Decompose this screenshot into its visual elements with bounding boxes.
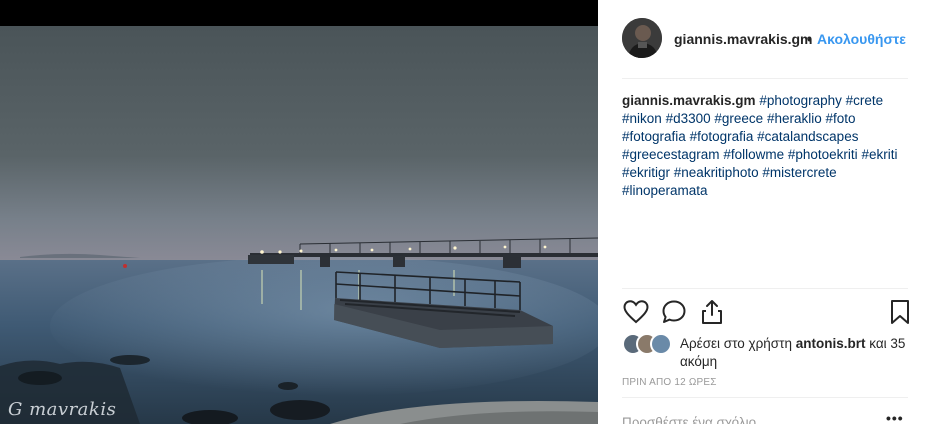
comment-divider [622, 397, 908, 398]
actions-divider [622, 288, 908, 289]
pier-seascape-image [0, 26, 598, 424]
hashtag-link[interactable]: #greecestagram [622, 147, 720, 162]
likes-section: Αρέσει στο χρήστη antonis.brt και 35 ακό… [622, 333, 912, 373]
hashtag-link[interactable]: #catalandscapes [757, 129, 858, 144]
liker-username-link[interactable]: antonis.brt [796, 336, 866, 351]
photo-watermark: G mavrakis [8, 399, 117, 420]
header-divider [622, 78, 908, 79]
hashtag-link[interactable]: #greece [714, 111, 763, 126]
post-actions-bar [622, 298, 912, 328]
user-avatar[interactable] [622, 18, 662, 58]
hashtag-link[interactable]: #neakritiphoto [674, 165, 759, 180]
hashtag-link[interactable]: #photoekriti [788, 147, 858, 162]
heart-icon[interactable] [622, 298, 650, 326]
hashtag-link[interactable]: #d3300 [666, 111, 711, 126]
post-header: giannis.mavrakis.gm • Ακολουθήστε [598, 0, 932, 78]
header-separator: • [807, 31, 812, 47]
hashtag-link[interactable]: #ekritigr [622, 165, 670, 180]
likes-text: Αρέσει στο χρήστη antonis.brt και 35 ακό… [680, 335, 912, 371]
comment-input[interactable] [622, 412, 882, 424]
likes-prefix: Αρέσει στο χρήστη [680, 336, 792, 351]
hashtag-link[interactable]: #fotografia [622, 129, 686, 144]
hashtag-link[interactable]: #fotografia [690, 129, 754, 144]
hashtag-link[interactable]: #followme [723, 147, 784, 162]
liker-avatar[interactable] [650, 333, 672, 355]
hashtag-link[interactable]: #heraklio [767, 111, 822, 126]
photo-top-bar [0, 0, 598, 26]
post-photo[interactable]: G mavrakis [0, 0, 598, 424]
post-side-panel: giannis.mavrakis.gm • Ακολουθήστε gianni… [598, 0, 932, 424]
follow-button[interactable]: Ακολουθήστε [817, 31, 906, 47]
hashtag-link[interactable]: #nikon [622, 111, 662, 126]
post-caption: giannis.mavrakis.gm #photography #crete … [622, 92, 912, 200]
hashtag-link[interactable]: #mistercrete [762, 165, 836, 180]
hashtag-link[interactable]: #linoperamata [622, 183, 708, 198]
header-username-link[interactable]: giannis.mavrakis.gm [674, 31, 813, 47]
hashtag-link[interactable]: #foto [826, 111, 856, 126]
hashtag-link[interactable]: #crete [846, 93, 884, 108]
avatar-photo-icon [622, 18, 662, 58]
post-timestamp[interactable]: ΠΡΙΝ ΑΠΟ 12 ΩΡΕΣ [622, 377, 717, 388]
share-icon[interactable] [698, 298, 726, 326]
hashtag-link[interactable]: #ekriti [861, 147, 897, 162]
comment-icon[interactable] [660, 298, 688, 326]
bookmark-icon[interactable] [886, 298, 914, 326]
liker-avatars [622, 333, 678, 355]
hashtag-link[interactable]: #photography [759, 93, 842, 108]
more-options-icon[interactable]: ••• [886, 410, 904, 424]
caption-username-link[interactable]: giannis.mavrakis.gm [622, 93, 756, 108]
